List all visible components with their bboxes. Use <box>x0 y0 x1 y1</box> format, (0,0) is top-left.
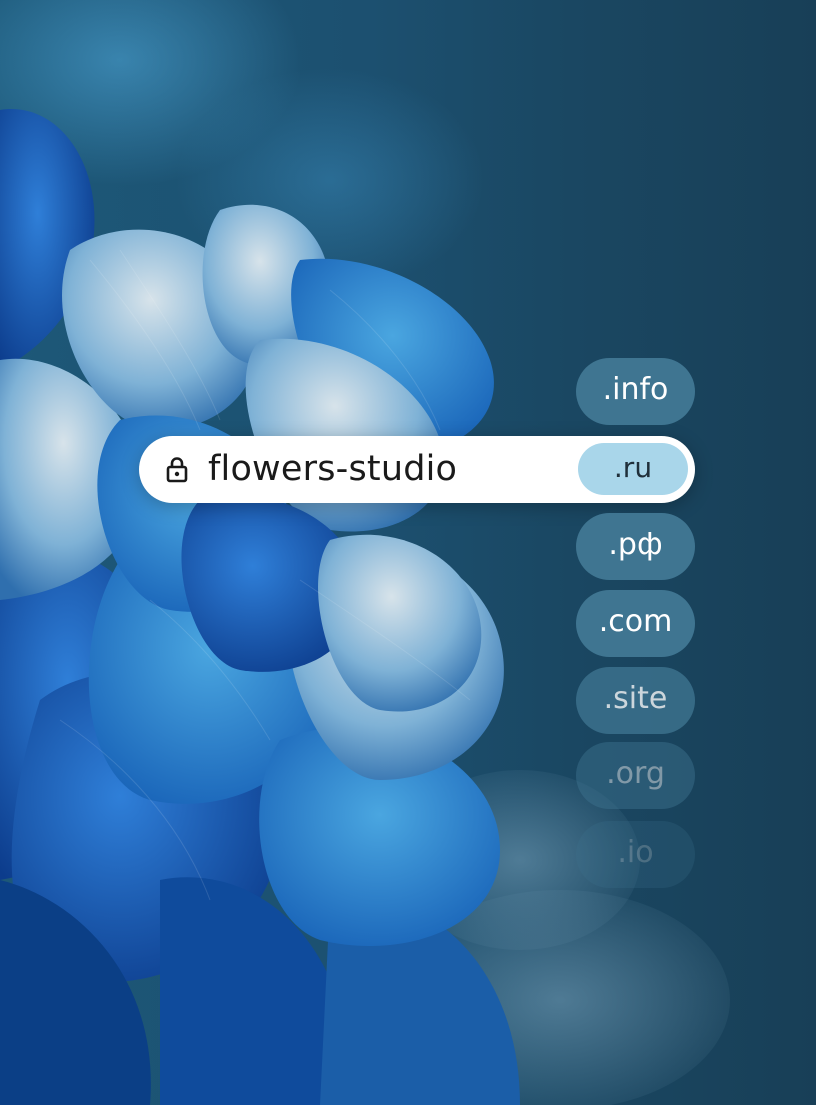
lock-icon <box>166 457 188 483</box>
tld-option-rf[interactable]: .рф <box>576 513 695 580</box>
tld-option-io[interactable]: .io <box>576 821 695 888</box>
tld-option-com[interactable]: .com <box>576 590 695 657</box>
tld-option-org[interactable]: .org <box>576 742 695 809</box>
url-text[interactable]: flowers-studio <box>208 443 457 495</box>
tld-option-ru-selected[interactable]: .ru <box>578 443 688 495</box>
tld-option-site[interactable]: .site <box>576 667 695 734</box>
tld-option-info[interactable]: .info <box>576 358 695 425</box>
